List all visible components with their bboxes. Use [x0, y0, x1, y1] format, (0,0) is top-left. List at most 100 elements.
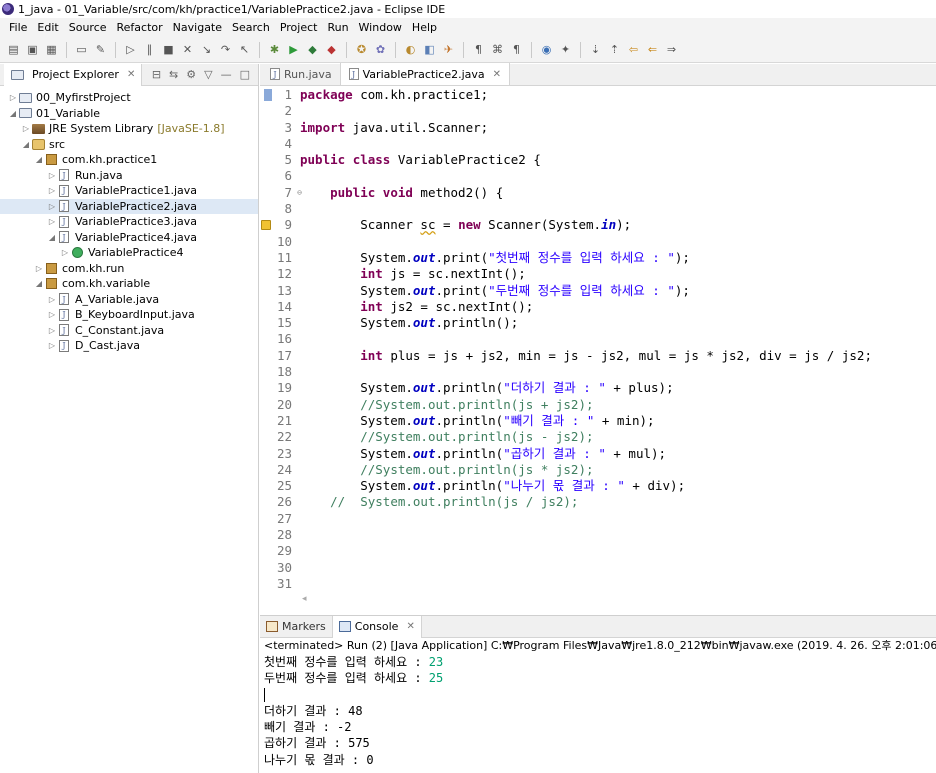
code-line[interactable]: 8 [260, 201, 936, 217]
code-line[interactable]: 1 package com.kh.practice1; [260, 87, 936, 103]
expanded-arrow-icon[interactable]: ◢ [21, 140, 31, 149]
code-line[interactable]: 4 [260, 136, 936, 152]
tree-item[interactable]: ▷ J VariablePractice3.java [0, 214, 258, 230]
collapsed-arrow-icon[interactable]: ▷ [47, 171, 57, 180]
run-icon[interactable]: ▶ [286, 42, 301, 57]
tree-item[interactable]: ◢ J VariablePractice4.java [0, 230, 258, 246]
suspend-icon[interactable]: ∥ [142, 42, 157, 57]
external-tools-icon[interactable]: ◆ [324, 42, 339, 57]
code-line[interactable]: 23 System.out.println("곱하기 결과 : " + mul)… [260, 446, 936, 462]
collapsed-arrow-icon[interactable]: ▷ [34, 264, 44, 273]
terminate-icon[interactable]: ■ [161, 42, 176, 57]
code-line[interactable]: 3 import java.util.Scanner; [260, 120, 936, 136]
code-line[interactable]: 25 System.out.println("나누기 몫 결과 : " + di… [260, 478, 936, 494]
code-line[interactable]: 15 System.out.println(); [260, 315, 936, 331]
expanded-arrow-icon[interactable]: ◢ [8, 109, 18, 118]
menu-source[interactable]: Source [64, 21, 112, 34]
tab-variablepractice2-java[interactable]: J VariablePractice2.java ✕ [339, 63, 511, 85]
menu-navigate[interactable]: Navigate [168, 21, 227, 34]
code-line[interactable]: 7 ⊖ public void method2() { [260, 185, 936, 201]
menu-help[interactable]: Help [407, 21, 442, 34]
tree-item[interactable]: ▷ J Run.java [0, 168, 258, 184]
menu-run[interactable]: Run [322, 21, 353, 34]
collapsed-arrow-icon[interactable]: ▷ [47, 202, 57, 211]
previous-annotation-icon[interactable]: ⇡ [607, 42, 622, 57]
view-menu-icon[interactable]: ▽ [204, 68, 212, 81]
forward-icon[interactable]: ⇒ [664, 42, 679, 57]
code-line[interactable]: 19 System.out.println("더하기 결과 : " + plus… [260, 380, 936, 396]
code-line[interactable]: 12 int js = sc.nextInt(); [260, 266, 936, 282]
code-line[interactable]: 31 [260, 576, 936, 592]
tree-item[interactable]: ◢ com.kh.variable [0, 276, 258, 292]
code-line[interactable]: 14 int js2 = sc.nextInt(); [260, 299, 936, 315]
expanded-arrow-icon[interactable]: ◢ [47, 233, 57, 242]
code-line[interactable]: 11 System.out.print("첫번째 정수를 입력 하세요 : ")… [260, 250, 936, 266]
last-edit-location-icon[interactable]: ⇦ [626, 42, 641, 57]
code-line[interactable]: 28 [260, 527, 936, 543]
new-icon[interactable]: ▤ [6, 42, 21, 57]
toggle-block-selection-icon[interactable]: ⌘ [490, 42, 505, 57]
toggle-mark-occurrences-icon[interactable]: ¶ [471, 42, 486, 57]
resume-icon[interactable]: ▷ [123, 42, 138, 57]
code-line[interactable]: 18 [260, 364, 936, 380]
new-java-project-icon[interactable]: ✪ [354, 42, 369, 57]
terminal-icon[interactable]: ▭ [74, 42, 89, 57]
tree-item[interactable]: ▷ J D_Cast.java [0, 338, 258, 354]
next-annotation-icon[interactable]: ⇣ [588, 42, 603, 57]
step-into-icon[interactable]: ↘ [199, 42, 214, 57]
new-package-icon[interactable]: ✿ [373, 42, 388, 57]
tree-item[interactable]: ▷ JRE System Library [JavaSE-1.8] [0, 121, 258, 137]
tree-item[interactable]: ▷ J A_Variable.java [0, 292, 258, 308]
coverage-icon[interactable]: ◆ [305, 42, 320, 57]
maximize-icon[interactable]: □ [240, 68, 250, 81]
collapse-all-icon[interactable]: ⊟ [152, 68, 161, 81]
collapsed-arrow-icon[interactable]: ▷ [60, 248, 70, 257]
code-line[interactable]: 6 [260, 168, 936, 184]
code-line[interactable]: 30 [260, 560, 936, 576]
tree-item[interactable]: ▷ J VariablePractice2.java [0, 198, 258, 214]
tab-project-explorer[interactable]: Project Explorer ✕ [4, 63, 143, 86]
tab-run-java[interactable]: J Run.java [262, 63, 340, 85]
code-line[interactable]: 26 // System.out.println(js / js2); [260, 494, 936, 510]
close-icon[interactable]: ✕ [406, 621, 414, 632]
collapsed-arrow-icon[interactable]: ▷ [47, 326, 57, 335]
tree-item[interactable]: ▷ 00_MyfirstProject [0, 90, 258, 106]
search-icon[interactable]: ✈ [441, 42, 456, 57]
menu-refactor[interactable]: Refactor [112, 21, 168, 34]
console-output[interactable]: 첫번째 정수를 입력 하세요 : 23 두번째 정수를 입력 하세요 : 25 더하… [260, 654, 936, 768]
code-line[interactable]: 5 public class VariablePractice2 { [260, 152, 936, 168]
code-line[interactable]: 27 [260, 511, 936, 527]
tree-item[interactable]: ▷ J B_KeyboardInput.java [0, 307, 258, 323]
code-line[interactable]: 10 [260, 234, 936, 250]
collapsed-arrow-icon[interactable]: ▷ [47, 217, 57, 226]
tree-item[interactable]: ◢ com.kh.practice1 [0, 152, 258, 168]
code-editor[interactable]: 1 package com.kh.practice1; 2 3 import java.… [260, 87, 936, 597]
collapsed-arrow-icon[interactable]: ▷ [47, 186, 57, 195]
skip-breakpoints-icon[interactable]: ✎ [93, 42, 108, 57]
fold-toggle-icon[interactable]: ⊖ [297, 185, 302, 201]
pin-editor-icon[interactable]: ✦ [558, 42, 573, 57]
show-whitespace-icon[interactable]: ¶ [509, 42, 524, 57]
link-with-editor-icon[interactable]: ⇆ [169, 68, 178, 81]
tree-item[interactable]: ▷ J VariablePractice1.java [0, 183, 258, 199]
code-line[interactable]: 21 System.out.println("빼기 결과 : " + min); [260, 413, 936, 429]
code-line[interactable]: 2 [260, 103, 936, 119]
disconnect-icon[interactable]: ✕ [180, 42, 195, 57]
code-line[interactable]: 22 //System.out.println(js - js2); [260, 429, 936, 445]
horizontal-scrollbar[interactable]: ◂ [298, 594, 936, 606]
code-line[interactable]: 16 [260, 331, 936, 347]
menu-file[interactable]: File [4, 21, 32, 34]
tab-console[interactable]: Console ✕ [331, 615, 422, 638]
tree-item[interactable]: ▷ VariablePractice4 [0, 245, 258, 261]
close-icon[interactable]: ✕ [127, 69, 135, 80]
open-type-icon[interactable]: ◐ [403, 42, 418, 57]
menu-window[interactable]: Window [354, 21, 407, 34]
save-all-icon[interactable]: ▦ [44, 42, 59, 57]
tree-item[interactable]: ◢ src [0, 137, 258, 153]
warning-icon[interactable] [261, 220, 271, 231]
collapsed-arrow-icon[interactable]: ▷ [47, 310, 57, 319]
open-task-icon[interactable]: ◧ [422, 42, 437, 57]
collapsed-arrow-icon[interactable]: ▷ [21, 124, 31, 133]
collapsed-arrow-icon[interactable]: ▷ [47, 341, 57, 350]
close-icon[interactable]: ✕ [493, 69, 501, 80]
